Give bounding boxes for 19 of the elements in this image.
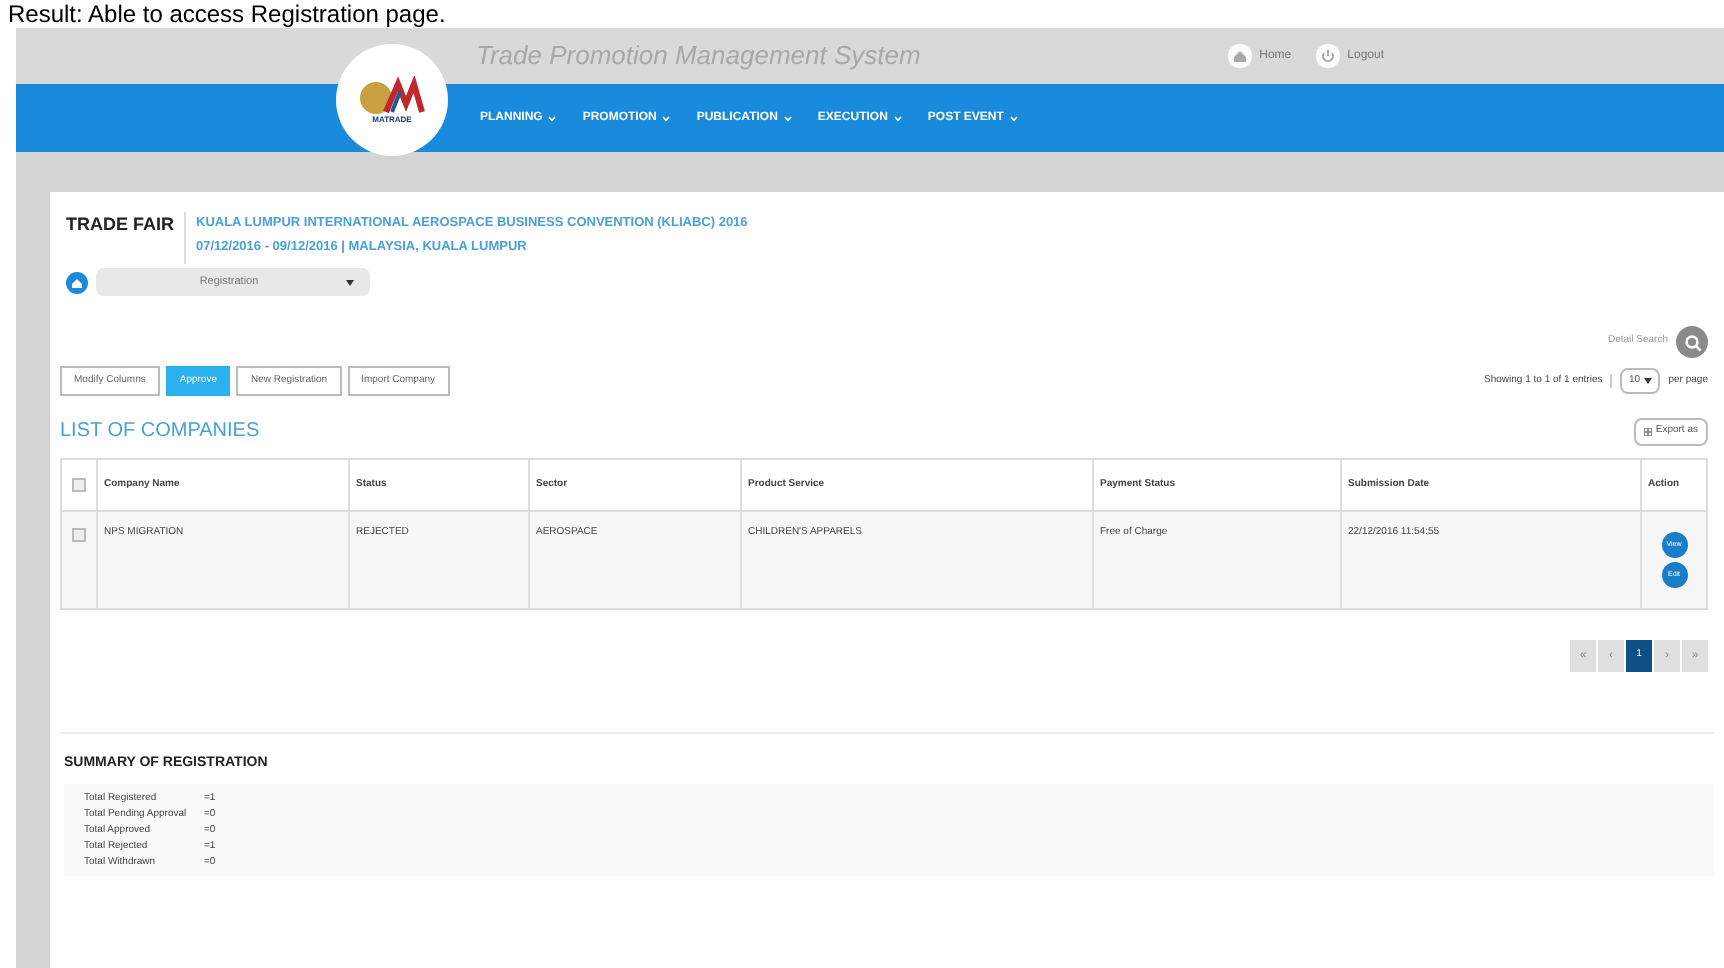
chevron-down-icon	[548, 115, 557, 121]
caret-icon	[1644, 378, 1653, 384]
search-icon	[1683, 333, 1701, 351]
list-title: LIST OF COMPANIES	[60, 418, 260, 446]
chevron-down-icon	[893, 115, 902, 121]
power-icon	[1315, 44, 1340, 68]
logo-icon	[358, 76, 426, 116]
chevron-down-icon	[1009, 115, 1018, 121]
chevron-down-icon	[783, 115, 792, 121]
checkbox[interactable]	[72, 478, 86, 492]
caret-icon	[346, 279, 354, 285]
home-icon	[66, 271, 88, 293]
checkbox[interactable]	[72, 528, 86, 542]
home-icon	[1227, 44, 1252, 68]
caption-text: Result: Able to access Registration page.	[6, 0, 448, 28]
event-type: TRADE FAIR	[66, 212, 186, 264]
grid-icon	[1643, 427, 1652, 435]
search-button[interactable]	[1676, 326, 1708, 358]
chevron-down-icon	[662, 115, 671, 121]
